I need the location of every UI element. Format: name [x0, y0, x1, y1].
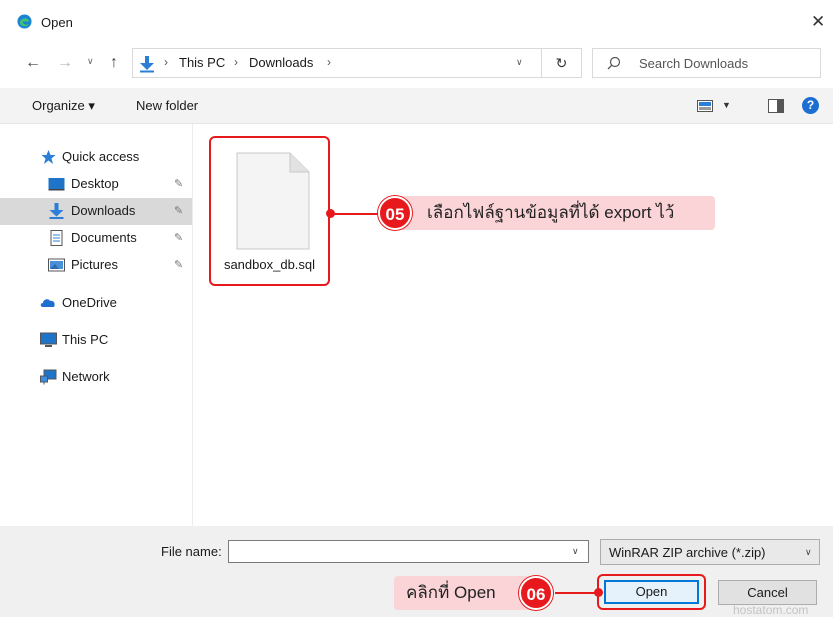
command-bar: Organize ▾ New folder ▼ ? — [0, 88, 833, 124]
callout-step-5-number: 05 — [378, 196, 412, 230]
address-bar[interactable]: › This PC › Downloads › ∨ — [132, 48, 542, 78]
cancel-button[interactable]: Cancel — [718, 580, 817, 605]
cloud-icon — [40, 299, 55, 307]
sidebar-item-label: Downloads — [71, 203, 136, 218]
open-button[interactable]: Open — [604, 580, 699, 604]
file-list: sandbox_db.sql — [193, 124, 833, 526]
sidebar-item-pictures[interactable]: Pictures ✎ — [0, 252, 192, 279]
file-name-label: sandbox_db.sql — [223, 257, 316, 272]
preview-pane-icon[interactable] — [768, 99, 784, 113]
download-arrow-icon — [49, 203, 64, 219]
sidebar-item-onedrive[interactable]: OneDrive — [0, 290, 192, 317]
pin-icon[interactable]: ✎ — [174, 231, 183, 244]
monitor-icon — [40, 332, 57, 347]
pin-icon[interactable]: ✎ — [174, 177, 183, 190]
callout-connector-line — [555, 592, 599, 594]
search-input[interactable]: Search Downloads — [592, 48, 821, 78]
breadcrumb-downloads[interactable]: Downloads — [249, 55, 313, 70]
pictures-icon — [48, 258, 65, 272]
sidebar-item-label: Network — [62, 369, 110, 384]
forward-button[interactable]: → — [57, 54, 73, 72]
recent-locations-button[interactable]: ∨ — [87, 56, 94, 67]
star-icon — [41, 150, 56, 164]
download-arrow-icon — [140, 56, 154, 73]
sidebar-item-label: Quick access — [62, 149, 140, 164]
title-bar: Open ✕ — [0, 0, 833, 44]
breadcrumb-this-pc[interactable]: This PC — [179, 55, 225, 70]
breadcrumb-separator: › — [234, 55, 238, 69]
dialog-footer: File name: ∨ WinRAR ZIP archive (*.zip) … — [0, 526, 833, 617]
sidebar-item-label: OneDrive — [62, 295, 117, 310]
new-folder-button[interactable]: New folder — [136, 98, 198, 113]
sidebar-item-label: Documents — [71, 230, 137, 245]
view-dropdown-icon[interactable]: ▼ — [722, 100, 731, 110]
back-button[interactable]: ← — [25, 54, 41, 72]
desktop-icon — [48, 178, 65, 191]
watermark: hostatom.com — [733, 603, 809, 617]
sidebar-item-quick-access[interactable]: Quick access — [0, 144, 192, 171]
network-icon — [40, 369, 57, 385]
search-icon — [607, 56, 621, 70]
callout-step-6-number: 06 — [519, 576, 553, 610]
sidebar-item-desktop[interactable]: Desktop ✎ — [0, 171, 192, 198]
breadcrumb-separator: › — [164, 55, 168, 69]
organize-button[interactable]: Organize ▾ — [32, 98, 95, 114]
breadcrumb-separator: › — [327, 55, 331, 69]
file-type-value: WinRAR ZIP archive (*.zip) — [609, 545, 766, 560]
navigation-bar: ← → ∨ ↑ › This PC › Downloads › ∨ ↻ Sear… — [0, 44, 833, 82]
search-placeholder: Search Downloads — [639, 56, 749, 71]
view-options-icon[interactable] — [697, 100, 713, 112]
sidebar-item-documents[interactable]: Documents ✎ — [0, 225, 192, 252]
refresh-button[interactable]: ↻ — [542, 48, 582, 78]
chevron-down-icon[interactable]: ∨ — [572, 546, 579, 557]
file-item-sandbox-db[interactable]: sandbox_db.sql — [209, 136, 330, 286]
file-name-field[interactable]: ∨ — [228, 540, 589, 563]
file-type-select[interactable]: WinRAR ZIP archive (*.zip) ∨ — [600, 539, 820, 565]
file-name-label: File name: — [161, 544, 222, 559]
sidebar-item-label: Desktop — [71, 176, 119, 191]
callout-step-5-text: เลือกไฟล์ฐานข้อมูลที่ได้ export ไว้ — [395, 196, 715, 230]
document-icon — [50, 230, 63, 246]
up-button[interactable]: ↑ — [110, 54, 118, 72]
chevron-down-icon: ∨ — [805, 547, 812, 557]
callout-step-6-text: คลิกที่ Open — [394, 576, 534, 610]
open-button-highlight: Open — [597, 574, 706, 610]
callout-connector-line — [330, 213, 378, 215]
chevron-down-icon[interactable]: ∨ — [516, 57, 523, 68]
sidebar-item-this-pc[interactable]: This PC — [0, 327, 192, 354]
sidebar-item-label: Pictures — [71, 257, 118, 272]
edge-icon — [17, 14, 32, 29]
pin-icon[interactable]: ✎ — [174, 258, 183, 271]
window-title: Open — [41, 15, 73, 30]
navigation-pane: Quick access Desktop ✎ Downloads ✎ Docum… — [0, 124, 193, 526]
sidebar-item-network[interactable]: Network — [0, 364, 192, 391]
sidebar-item-downloads[interactable]: Downloads ✎ — [0, 198, 192, 225]
file-icon — [236, 152, 310, 250]
close-button[interactable]: ✕ — [811, 12, 825, 32]
sidebar-item-label: This PC — [62, 332, 109, 347]
pin-icon[interactable]: ✎ — [174, 204, 183, 217]
help-icon[interactable]: ? — [802, 97, 819, 114]
